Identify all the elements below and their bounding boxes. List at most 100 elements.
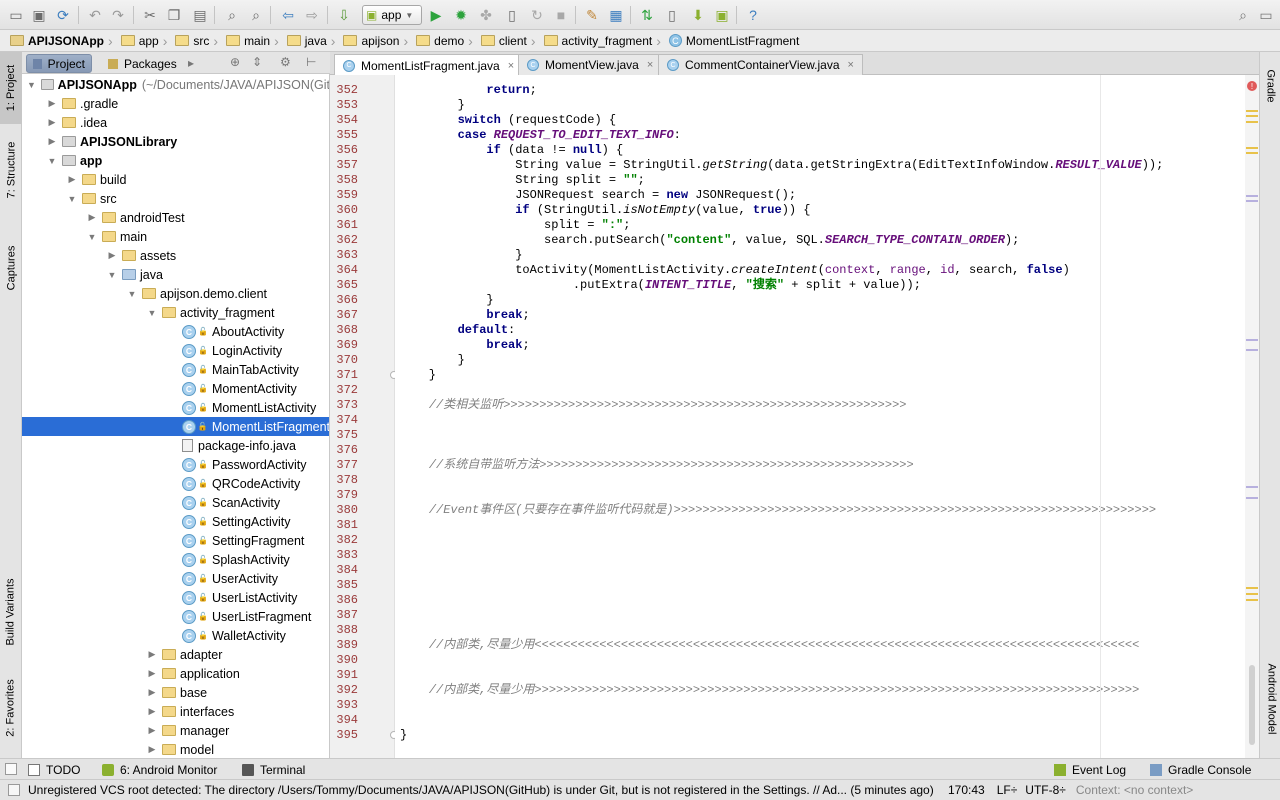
collapse-arrow-icon[interactable]: ▶ [46,117,58,128]
replace-icon[interactable]: ⌕ [246,5,266,25]
expand-arrow-icon[interactable]: ▼ [146,308,158,318]
tab-project-view[interactable]: Project [26,54,92,73]
stripe-marker[interactable] [1246,486,1258,488]
tree-item[interactable]: ▶ application [22,664,329,683]
forward-icon[interactable]: ⇨ [302,5,322,25]
panel-settings-icon[interactable]: ⚙ [280,55,291,69]
scroll-from-source-icon[interactable]: ⊕ [230,55,240,69]
tree-item[interactable]: ▶ interfaces [22,702,329,721]
cut-icon[interactable]: ✂ [140,5,160,25]
scrollbar-thumb[interactable] [1249,665,1255,745]
tree-item[interactable]: C 🔓 AboutActivity [22,322,329,341]
collapse-arrow-icon[interactable]: ▶ [146,725,158,736]
tab-gradle-tool[interactable]: Gradle [1260,56,1280,116]
editor-tab-commentcontainerview[interactable]: C CommentContainerView.java × [658,54,863,75]
tool-terminal[interactable]: Terminal [242,761,305,778]
close-icon[interactable]: × [508,60,514,72]
stripe-marker[interactable] [1246,200,1258,202]
project-structure-icon[interactable]: ▦ [606,5,626,25]
attach-debugger-icon[interactable]: ✤ [476,5,496,25]
breadcrumb-item[interactable]: apijson › [339,30,412,52]
stripe-marker[interactable] [1246,349,1258,351]
copy-icon[interactable]: ❐ [164,5,184,25]
sdk-manager-icon[interactable]: ⬇ [688,5,708,25]
stripe-marker[interactable] [1246,195,1258,197]
tree-item[interactable]: C 🔓 SettingActivity [22,512,329,531]
tree-item[interactable]: C 🔓 ScanActivity [22,493,329,512]
collapse-arrow-icon[interactable]: ▶ [46,98,58,109]
tree-item[interactable]: ▶ APIJSONLibrary [22,132,329,151]
tree-item[interactable]: C 🔓 MainTabActivity [22,360,329,379]
search-everywhere-icon[interactable]: ⌕ [1233,5,1253,25]
toggle-tool-windows-icon[interactable] [5,763,17,775]
stripe-marker[interactable] [1246,121,1258,123]
more-tabs-icon[interactable]: ▸ [188,56,194,70]
tree-item[interactable]: C 🔓 UserListActivity [22,588,329,607]
stripe-marker[interactable] [1246,593,1258,595]
tree-item[interactable]: C 🔓 MomentListActivity [22,398,329,417]
rerun-icon[interactable]: ↻ [527,5,547,25]
close-icon[interactable]: × [647,59,653,71]
collapse-arrow-icon[interactable]: ▶ [86,212,98,223]
stripe-marker[interactable] [1246,152,1258,154]
find-icon[interactable]: ⌕ [222,5,242,25]
tree-item[interactable]: ▼ app [22,151,329,170]
tree-item[interactable]: ▶ model [22,740,329,758]
tree-item[interactable]: ▼ APIJSONApp (~/Documents/JAVA/APIJSON(Git [22,75,329,94]
breadcrumb-item[interactable]: demo › [412,30,477,52]
stripe-marker[interactable] [1246,147,1258,149]
save-icon[interactable]: ▣ [29,5,49,25]
line-separator[interactable]: LF÷ [997,783,1018,797]
avd-manager-icon[interactable]: ▯ [662,5,682,25]
close-icon[interactable]: × [848,59,854,71]
layout-icon[interactable]: ▭ [1256,5,1276,25]
breadcrumb-item[interactable]: APIJSONApp › [6,30,117,52]
collapse-arrow-icon[interactable]: ▶ [46,136,58,147]
expand-arrow-icon[interactable]: ▼ [46,156,58,166]
help-icon[interactable]: ? [743,5,763,25]
tree-item[interactable]: ▼ main [22,227,329,246]
editor-tab-momentview[interactable]: C MomentView.java × [518,54,663,75]
tree-item[interactable]: ▼ apijson.demo.client [22,284,329,303]
file-encoding[interactable]: UTF-8÷ [1025,783,1066,797]
tree-item[interactable]: C 🔓 LoginActivity [22,341,329,360]
collapse-arrow-icon[interactable]: ▶ [146,687,158,698]
collapse-arrow-icon[interactable]: ▶ [146,706,158,717]
status-message[interactable]: Unregistered VCS root detected: The dire… [28,783,938,797]
hide-panel-icon[interactable]: ⊢ [306,55,316,69]
stripe-marker[interactable] [1246,339,1258,341]
collapse-all-icon[interactable]: ⇕ [252,55,262,69]
tree-item[interactable]: ▶ assets [22,246,329,265]
code-editor[interactable]: return; } switch (requestCode) { case RE… [395,75,1245,758]
tool-gradle-console[interactable]: Gradle Console [1150,761,1251,778]
stripe-marker[interactable] [1246,587,1258,589]
tree-item[interactable]: C 🔓 PasswordActivity [22,455,329,474]
tab-packages-view[interactable]: Packages [102,54,183,73]
stripe-marker[interactable] [1246,497,1258,499]
tree-item[interactable]: C 🔓 WalletActivity [22,626,329,645]
stripe-marker[interactable] [1246,110,1258,112]
breadcrumb-item[interactable]: java › [283,30,340,52]
breadcrumb-item[interactable]: app › [117,30,172,52]
sync-icon[interactable]: ⟳ [53,5,73,25]
tab-captures-tool[interactable]: Captures [0,232,22,304]
collapse-arrow-icon[interactable]: ▶ [146,744,158,755]
tab-build-variants-tool[interactable]: Build Variants [0,562,22,662]
run-icon[interactable]: ▶ [426,5,446,25]
tree-item[interactable]: ▶ manager [22,721,329,740]
tree-item[interactable]: ▼ activity_fragment [22,303,329,322]
redo-icon[interactable]: ↷ [108,5,128,25]
tree-item[interactable]: C 🔓 SplashActivity [22,550,329,569]
tab-structure-tool[interactable]: 7: Structure [0,130,22,210]
device-icon[interactable]: ▯ [502,5,522,25]
collapse-arrow-icon[interactable]: ▶ [146,668,158,679]
settings-icon[interactable]: ✎ [582,5,602,25]
run-config-select[interactable]: ▣ app ▼ [362,5,422,25]
caret-position[interactable]: 170:43 [948,783,985,797]
back-icon[interactable]: ⇦ [278,5,298,25]
breadcrumb-item[interactable]: client › [477,30,540,52]
android-device-monitor-icon[interactable]: ▣ [712,5,732,25]
tree-item[interactable]: C 🔓 MomentListFragment [22,417,329,436]
expand-arrow-icon[interactable]: ▼ [86,232,98,242]
expand-arrow-icon[interactable]: ▼ [66,194,78,204]
